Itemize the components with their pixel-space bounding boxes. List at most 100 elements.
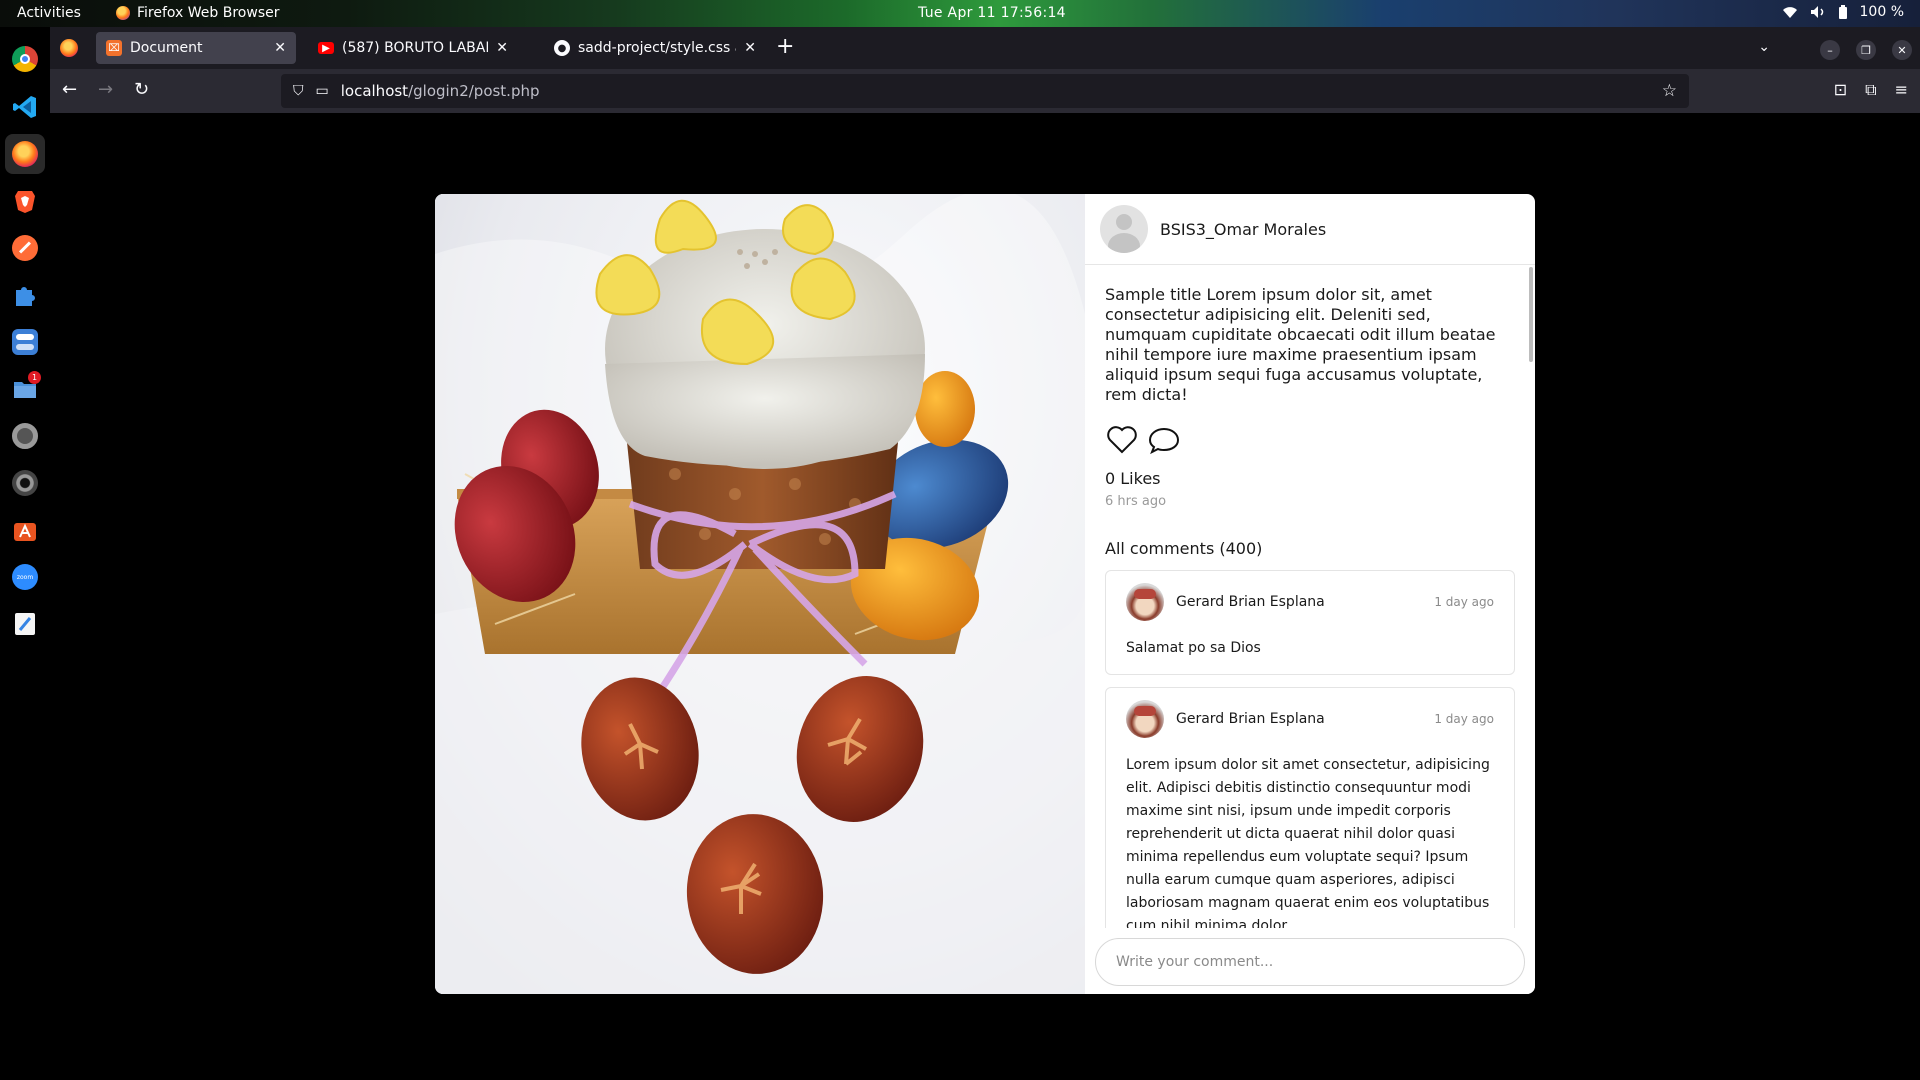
post-scroll-area[interactable]: Sample title Lorem ipsum dolor sit, amet… [1085,265,1535,928]
dock-chrome[interactable] [5,39,45,79]
tab-github[interactable]: ● sadd-project/style.css at ✕ [544,32,766,64]
dock-postman[interactable] [5,228,45,268]
puzzle-icon [16,287,35,306]
comment-text: Salamat po sa Dios [1126,640,1261,656]
text-editor-icon [15,613,35,635]
dock-firefox[interactable] [5,134,45,174]
firefox-icon [12,141,38,167]
page-viewport: BSIS3_Omar Morales Sample title Lorem ip… [50,113,1920,1080]
notification-badge: 1 [28,371,41,384]
bookmark-star-icon[interactable]: ☆ [1662,81,1677,101]
tab-youtube[interactable]: ▶ (587) BORUTO LABAN SA ✕ [308,32,518,64]
minimize-button[interactable]: – [1820,40,1840,60]
comment-header: Gerard Brian Esplana 1 day ago [1126,583,1494,621]
battery-icon [1838,4,1847,19]
dock-tweaks[interactable] [5,322,45,362]
commenter-name[interactable]: Gerard Brian Esplana [1176,711,1422,727]
tab-document[interactable]: ⌧ Document ✕ [96,32,296,64]
post-card: BSIS3_Omar Morales Sample title Lorem ip… [435,194,1535,994]
comment-time: 1 day ago [1434,712,1494,726]
extensions-icon[interactable]: ⧉ [1865,80,1876,100]
restore-button[interactable]: ❐ [1856,40,1876,60]
tab-label: Document [130,40,203,56]
toggle-icon [12,329,38,355]
post-author[interactable]: BSIS3_Omar Morales [1160,220,1326,239]
dock-vscode[interactable] [5,87,45,127]
list-all-tabs-chevron-icon[interactable]: ⌄ [1758,39,1770,55]
dock-files[interactable]: 1 [5,369,45,409]
url-path: /glogin2/post.php [408,82,540,100]
comment-bubble-icon[interactable] [1147,423,1181,457]
chrome-icon [12,46,38,72]
youtube-icon: ▶ [318,42,334,54]
comment-card: Gerard Brian Esplana 1 day ago Salamat p… [1105,570,1515,675]
heart-icon[interactable] [1105,423,1139,457]
system-top-bar: Activities Firefox Web Browser Tue Apr 1… [0,0,1920,27]
tab-label: sadd-project/style.css at [578,40,737,56]
comment-composer [1085,928,1535,994]
wifi-icon [1782,7,1797,18]
new-tab-button[interactable]: + [776,36,794,58]
commenter-avatar[interactable] [1126,700,1164,738]
app-name: Firefox Web Browser [137,5,280,21]
toolbar-actions: ⊡ ⧉ ≡ [1834,80,1908,100]
user-avatar[interactable] [1100,205,1148,253]
comment-input[interactable] [1095,938,1525,986]
back-arrow-icon[interactable]: ← [62,80,77,100]
dock-webcam[interactable] [5,463,45,503]
scrollbar[interactable] [1529,267,1533,362]
url-host: localhost [340,82,409,100]
comment-card: Gerard Brian Esplana 1 day ago Lorem ips… [1105,687,1515,928]
battery-level: 100 % [1859,4,1904,20]
comments-heading: All comments (400) [1105,539,1263,558]
post-timestamp: 6 hrs ago [1105,494,1167,509]
close-tab-icon[interactable]: ✕ [744,40,756,56]
activities-button[interactable]: Activities [17,5,81,21]
close-tab-icon[interactable]: ✕ [274,40,286,56]
xampp-icon: ⌧ [106,40,122,56]
address-bar[interactable]: ⛉ ▭ localhost/glogin2/post.php ☆ [281,74,1689,108]
vscode-icon [13,96,36,118]
browser-tab-strip: ⌧ Document ✕ ▶ (587) BORUTO LABAN SA ✕ ●… [50,27,1920,69]
zoom-icon: zoom [12,564,38,590]
commenter-avatar[interactable] [1126,583,1164,621]
dock-settings[interactable] [5,416,45,456]
dock-brave[interactable] [5,181,45,221]
close-window-button[interactable]: ✕ [1892,40,1912,60]
post-details-panel: BSIS3_Omar Morales Sample title Lorem ip… [1085,194,1535,994]
app-menu[interactable]: Firefox Web Browser [116,5,280,21]
likes-count: 0 Likes [1105,469,1161,488]
settings-gear-icon [12,423,38,449]
clock[interactable]: Tue Apr 11 17:56:14 [918,5,1066,21]
software-store-icon [14,523,36,541]
commenter-name[interactable]: Gerard Brian Esplana [1176,594,1422,610]
easter-cake-photo [435,194,1085,994]
page-info-icon[interactable]: ▭ [316,83,329,99]
dock-software[interactable] [5,510,45,550]
firefox-view-button[interactable] [60,39,78,57]
webcam-icon [12,470,38,496]
post-image[interactable] [435,194,1085,994]
dock-extensions[interactable] [5,275,45,315]
url-text[interactable]: localhost/glogin2/post.php [341,82,540,100]
forward-arrow-icon[interactable]: → [98,80,113,100]
github-icon: ● [554,40,570,56]
tracking-shield-icon[interactable]: ⛉ [293,83,304,99]
comment-time: 1 day ago [1434,595,1494,609]
dock-text-editor[interactable] [5,604,45,644]
close-tab-icon[interactable]: ✕ [496,40,508,56]
postman-icon [12,235,38,261]
window-controls: – ❐ ✕ [1820,40,1912,60]
post-actions [1105,423,1515,457]
pocket-icon[interactable]: ⊡ [1834,80,1847,100]
comment-text: Lorem ipsum dolor sit amet consectetur, … [1126,757,1490,928]
dock: 1 zoom [0,27,50,1080]
reload-icon[interactable]: ↻ [134,80,149,100]
system-tray[interactable]: 100 % [1782,4,1904,20]
post-header: BSIS3_Omar Morales [1085,194,1535,265]
browser-nav-bar: ← → ↻ ⛉ ▭ localhost/glogin2/post.php ☆ ⊡… [50,69,1920,113]
menu-hamburger-icon[interactable]: ≡ [1895,80,1908,100]
tab-label: (587) BORUTO LABAN SA [342,40,488,56]
dock-zoom[interactable]: zoom [5,557,45,597]
firefox-icon [116,6,130,20]
